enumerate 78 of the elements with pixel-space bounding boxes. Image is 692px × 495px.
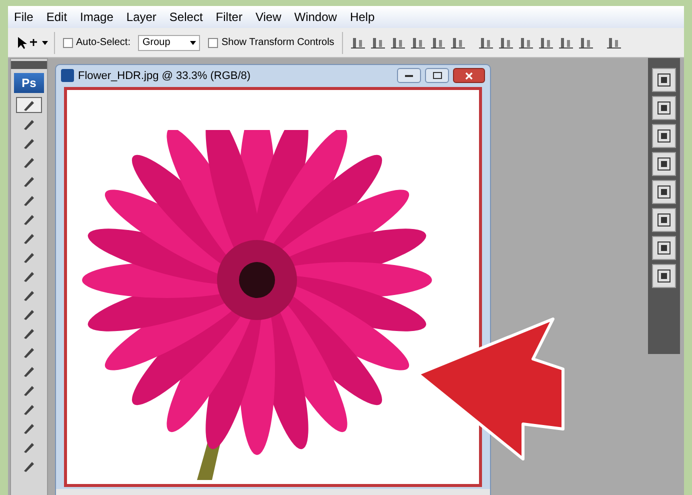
tool-icon <box>22 118 36 130</box>
panel-button[interactable] <box>652 208 676 232</box>
menu-item[interactable]: Select <box>169 8 203 26</box>
app-logo: Ps <box>14 73 44 93</box>
align-icon[interactable] <box>579 36 594 48</box>
align-icon[interactable] <box>607 36 622 48</box>
align-icon[interactable] <box>411 36 426 48</box>
align-icon[interactable] <box>559 36 574 48</box>
panel-button[interactable] <box>652 180 676 204</box>
panel-button[interactable] <box>652 68 676 92</box>
tool-icon <box>22 250 36 264</box>
menu-item[interactable]: View <box>255 8 282 26</box>
tool-icon <box>22 422 36 434</box>
tool-icon <box>22 136 36 150</box>
panel-icon <box>657 101 671 115</box>
maximize-button[interactable] <box>425 68 449 84</box>
menu-item[interactable]: Help <box>350 8 375 26</box>
align-icon[interactable] <box>499 36 514 48</box>
transform-controls-checkbox[interactable] <box>208 38 218 48</box>
tool-icon <box>22 326 36 340</box>
tool-icon <box>22 308 36 320</box>
close-icon <box>465 72 473 80</box>
minimize-button[interactable] <box>397 68 421 84</box>
panel-icon <box>657 269 671 283</box>
panel-button[interactable] <box>652 236 676 260</box>
panel-button[interactable] <box>652 124 676 148</box>
menu-item[interactable]: Layer <box>126 8 156 26</box>
align-icon[interactable] <box>451 36 466 48</box>
panel-header <box>11 61 47 69</box>
align-icon[interactable] <box>431 36 446 48</box>
tool-icon <box>22 212 36 226</box>
auto-select-label: Auto-Select: <box>76 36 130 50</box>
menu-item[interactable]: Edit <box>46 8 68 26</box>
tool-icon <box>22 156 36 168</box>
tool-icon <box>22 98 36 112</box>
document-icon <box>61 69 74 82</box>
tool-icon <box>22 440 36 454</box>
panel-icon <box>657 129 671 143</box>
align-icon[interactable] <box>539 36 554 48</box>
panel-icon <box>657 185 671 199</box>
menu-item[interactable]: Filter <box>216 8 242 26</box>
close-button[interactable] <box>453 68 485 84</box>
panel-icon <box>657 213 671 227</box>
menu-item[interactable]: Window <box>294 8 337 26</box>
maximize-icon <box>432 72 442 80</box>
auto-select-checkbox[interactable] <box>63 38 73 48</box>
move-tool-dropdown[interactable] <box>16 32 55 54</box>
tool-icon <box>22 402 36 416</box>
caret-icon <box>42 40 48 44</box>
tool-icon <box>22 346 36 358</box>
panel-icon <box>657 73 671 87</box>
menu-item[interactable]: Image <box>80 8 114 26</box>
tool-icon <box>22 270 36 282</box>
tool-icon <box>22 288 36 302</box>
tool-button[interactable] <box>16 97 42 113</box>
panel-button[interactable] <box>652 96 676 120</box>
tool-icon <box>22 384 36 396</box>
tool-icon <box>22 174 36 188</box>
panel-button[interactable] <box>652 152 676 176</box>
caret-icon <box>190 40 196 44</box>
panel-icon <box>657 157 671 171</box>
tool-icon <box>22 232 36 244</box>
align-icon[interactable] <box>479 36 494 48</box>
minimize-icon <box>405 74 413 77</box>
align-icon[interactable] <box>351 36 366 48</box>
move-tool-icon <box>16 36 38 50</box>
panel-button[interactable] <box>652 264 676 288</box>
document-title: Flower_HDR.jpg @ 33.3% (RGB/8) <box>78 68 252 84</box>
tool-icon <box>22 364 36 378</box>
tool-icon <box>22 460 36 472</box>
align-icon[interactable] <box>391 36 406 48</box>
menu-item[interactable]: File <box>14 8 34 26</box>
group-dropdown[interactable]: Group <box>138 34 200 50</box>
align-icon[interactable] <box>519 36 534 48</box>
panel-icon <box>657 241 671 255</box>
align-icon[interactable] <box>371 36 386 48</box>
transform-controls-label: Show Transform Controls <box>221 36 334 50</box>
tool-icon <box>22 194 36 206</box>
